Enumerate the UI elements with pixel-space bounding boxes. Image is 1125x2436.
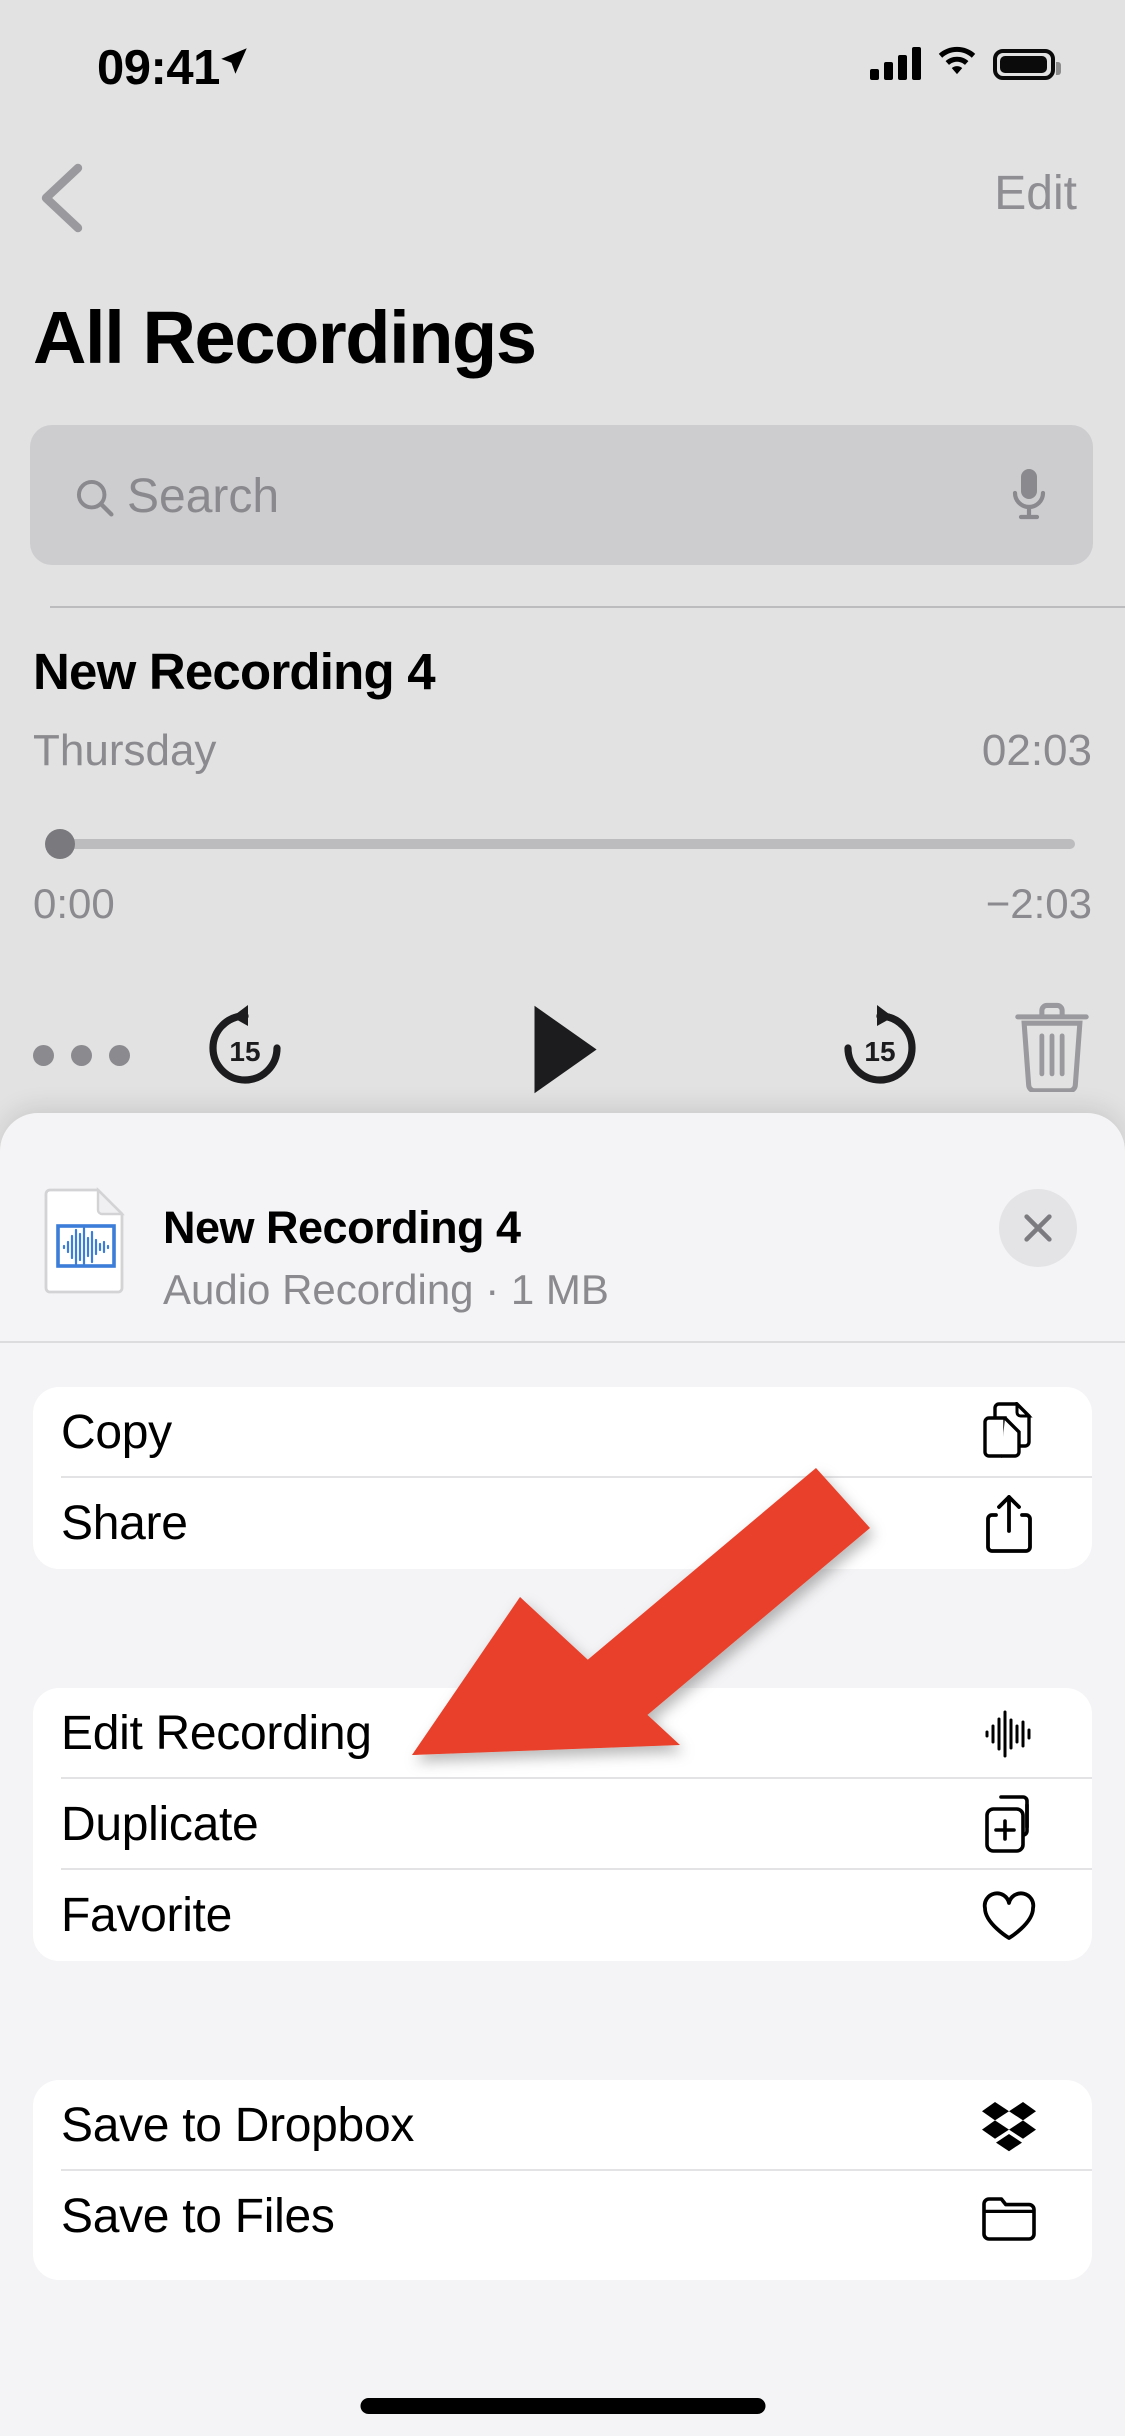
action-label: Edit Recording <box>61 1707 372 1760</box>
share-up-arrow-icon <box>974 1493 1044 1555</box>
action-row-save-to-files[interactable]: Save to Files <box>33 2171 1092 2262</box>
elapsed-time: 0:00 <box>33 880 115 927</box>
action-row-edit-recording[interactable]: Edit Recording <box>33 1688 1092 1779</box>
share-sheet-header: New Recording 4 Audio Recording · 1 MB <box>0 1113 1125 1343</box>
share-sheet-separator <box>0 1341 1125 1343</box>
folder-icon <box>974 2191 1044 2243</box>
svg-text:15: 15 <box>229 1036 260 1067</box>
action-card-3: Save to Dropbox Save to Files <box>33 2080 1092 2280</box>
audio-document-icon <box>44 1186 128 1296</box>
recording-date: Thursday <box>33 726 217 775</box>
copy-documents-icon <box>974 1401 1044 1464</box>
close-button[interactable] <box>999 1189 1077 1267</box>
page-title: All Recordings <box>33 296 537 379</box>
ellipsis-icon <box>109 1045 130 1066</box>
transport-controls: 15 15 <box>0 1002 1125 1120</box>
ellipsis-icon <box>33 1045 54 1066</box>
share-sheet: New Recording 4 Audio Recording · 1 MB C… <box>0 1113 1125 2436</box>
action-label: Duplicate <box>61 1798 259 1851</box>
action-label: Copy <box>61 1406 172 1459</box>
status-bar: 09:41 <box>0 0 1125 132</box>
playback-scrubber-track[interactable] <box>52 839 1075 849</box>
action-row-favorite[interactable]: Favorite <box>33 1870 1092 1961</box>
home-indicator <box>360 2398 765 2414</box>
list-divider <box>50 606 1125 608</box>
share-file-subtitle: Audio Recording · 1 MB <box>163 1266 609 1313</box>
search-field[interactable]: Search <box>30 425 1093 565</box>
iphone-screen: 09:41 Edit All Recordings Search New Rec… <box>0 0 1125 2436</box>
remaining-time: −2:03 <box>985 880 1092 927</box>
heart-icon <box>974 1889 1044 1943</box>
status-bar-time: 09:41 <box>97 41 220 95</box>
back-button[interactable] <box>18 148 108 248</box>
dropbox-icon <box>974 2100 1044 2152</box>
action-card-1: Copy Share <box>33 1387 1092 1569</box>
action-label: Save to Files <box>61 2190 335 2243</box>
playback-scrubber-thumb[interactable] <box>45 829 75 859</box>
action-label: Favorite <box>61 1889 232 1942</box>
action-row-duplicate[interactable]: Duplicate <box>33 1779 1092 1870</box>
share-file-title: New Recording 4 <box>163 1202 521 1253</box>
action-label: Save to Dropbox <box>61 2099 415 2152</box>
cellular-bars-icon <box>870 46 921 80</box>
rewind-15-button[interactable]: 15 <box>195 998 295 1103</box>
recording-title: New Recording 4 <box>33 643 436 700</box>
play-button[interactable] <box>500 992 615 1112</box>
ellipsis-icon <box>71 1045 92 1066</box>
navigation-bar: Edit <box>0 148 1125 258</box>
close-x-icon <box>1024 1214 1052 1242</box>
edit-button[interactable]: Edit <box>994 166 1077 221</box>
action-label: Share <box>61 1497 188 1550</box>
status-bar-indicators <box>870 42 1061 80</box>
more-options-button[interactable] <box>33 1045 130 1066</box>
microphone-icon[interactable] <box>1005 465 1053 532</box>
search-input[interactable]: Search <box>127 469 279 524</box>
svg-text:15: 15 <box>864 1036 895 1067</box>
forward-15-button[interactable]: 15 <box>830 998 930 1103</box>
location-arrow-icon <box>217 44 251 83</box>
action-card-2: Edit Recording Duplicate Favorite <box>33 1688 1092 1961</box>
recording-duration: 02:03 <box>981 726 1092 775</box>
action-row-save-to-dropbox[interactable]: Save to Dropbox <box>33 2080 1092 2171</box>
wifi-icon <box>935 42 979 80</box>
waveform-icon <box>974 1706 1044 1762</box>
action-row-copy[interactable]: Copy <box>33 1387 1092 1478</box>
duplicate-plus-icon <box>974 1794 1044 1855</box>
battery-full-icon <box>993 49 1061 80</box>
delete-button[interactable] <box>1014 1000 1090 1097</box>
magnifier-icon <box>72 475 117 525</box>
action-row-share[interactable]: Share <box>33 1478 1092 1569</box>
